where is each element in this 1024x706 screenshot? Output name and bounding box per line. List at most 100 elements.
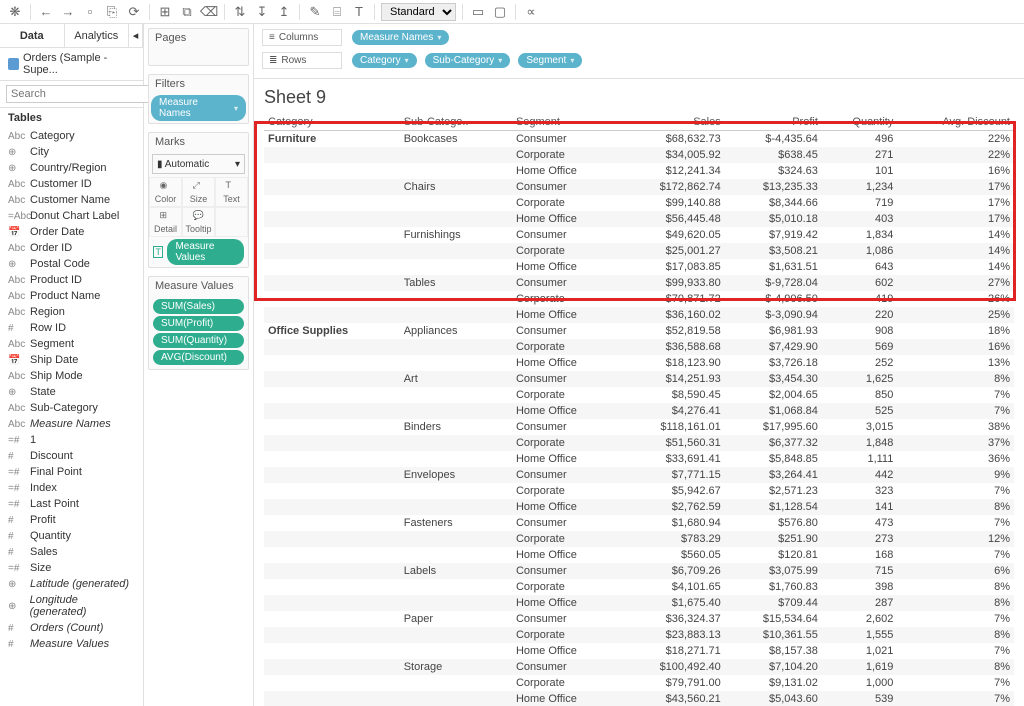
field-item[interactable]: AbcProduct ID: [0, 272, 143, 288]
field-item[interactable]: AbcSub-Category: [0, 400, 143, 416]
filters-card[interactable]: Filters Measure Names ▾: [148, 74, 249, 124]
table-row[interactable]: Home Office$1,675.40$709.442878%: [264, 595, 1014, 611]
table-row[interactable]: Home Office$18,271.71$8,157.381,0217%: [264, 643, 1014, 659]
table-row[interactable]: Home Office$43,560.21$5,043.605397%: [264, 691, 1014, 706]
table-row[interactable]: Home Office$17,083.85$1,631.5164314%: [264, 259, 1014, 275]
rows-shelf[interactable]: Category▾Sub-Category▾Segment▾: [350, 51, 584, 70]
marks-cell-color[interactable]: ◉Color: [149, 177, 182, 207]
field-item[interactable]: ⊕Longitude (generated): [0, 592, 143, 620]
fit-width-icon[interactable]: ▭: [469, 3, 487, 21]
field-item[interactable]: =#Index: [0, 480, 143, 496]
shelf-pill[interactable]: Segment▾: [518, 53, 582, 68]
measure-values-on-text[interactable]: T Measure Values: [149, 237, 248, 267]
sort-desc-icon[interactable]: ↥: [275, 3, 293, 21]
column-header[interactable]: Segment: [512, 114, 618, 131]
field-item[interactable]: #Profit: [0, 512, 143, 528]
mv-pill[interactable]: AVG(Discount): [153, 350, 244, 365]
table-row[interactable]: Home Office$18,123.90$3,726.1825213%: [264, 355, 1014, 371]
table-row[interactable]: Office SuppliesAppliancesConsumer$52,819…: [264, 323, 1014, 339]
field-item[interactable]: AbcProduct Name: [0, 288, 143, 304]
shelf-pill[interactable]: Measure Names▾: [352, 30, 449, 45]
field-item[interactable]: AbcCustomer ID: [0, 176, 143, 192]
field-item[interactable]: AbcOrder ID: [0, 240, 143, 256]
table-row[interactable]: StorageConsumer$100,492.40$7,104.201,619…: [264, 659, 1014, 675]
columns-shelf-label[interactable]: ≡ Columns: [262, 29, 342, 46]
refresh-icon[interactable]: ⟳: [125, 3, 143, 21]
table-row[interactable]: LabelsConsumer$6,709.26$3,075.997156%: [264, 563, 1014, 579]
table-row[interactable]: Home Office$560.05$120.811687%: [264, 547, 1014, 563]
shelf-pill[interactable]: Category▾: [352, 53, 417, 68]
field-item[interactable]: ⊕Country/Region: [0, 160, 143, 176]
field-item[interactable]: AbcCategory: [0, 128, 143, 144]
marks-cell-detail[interactable]: ⊞Detail: [149, 207, 182, 237]
pages-card[interactable]: Pages: [148, 28, 249, 66]
clear-icon[interactable]: ⌫: [200, 3, 218, 21]
field-item[interactable]: #Discount: [0, 448, 143, 464]
table-row[interactable]: FurnitureBookcasesConsumer$68,632.73$-4,…: [264, 131, 1014, 148]
table-row[interactable]: Corporate$23,883.13$10,361.551,5558%: [264, 627, 1014, 643]
tab-collapse-icon[interactable]: ◂: [129, 24, 143, 47]
share-icon[interactable]: ∝: [522, 3, 540, 21]
table-row[interactable]: Home Office$33,691.41$5,848.851,11136%: [264, 451, 1014, 467]
table-row[interactable]: EnvelopesConsumer$7,771.15$3,264.414429%: [264, 467, 1014, 483]
field-item[interactable]: #Orders (Count): [0, 620, 143, 636]
table-row[interactable]: Home Office$12,241.34$324.6310116%: [264, 163, 1014, 179]
tab-analytics[interactable]: Analytics: [65, 24, 130, 47]
mv-pill[interactable]: SUM(Sales): [153, 299, 244, 314]
table-row[interactable]: Home Office$56,445.48$5,010.1840317%: [264, 211, 1014, 227]
field-item[interactable]: =#Last Point: [0, 496, 143, 512]
forward-icon[interactable]: →: [59, 3, 77, 21]
datasource-row[interactable]: Orders (Sample - Supe...: [0, 48, 143, 81]
table-row[interactable]: Home Office$36,160.02$-3,090.9422025%: [264, 307, 1014, 323]
tab-data[interactable]: Data: [0, 24, 65, 47]
field-item[interactable]: AbcShip Mode: [0, 368, 143, 384]
filter-pill-measure-names[interactable]: Measure Names ▾: [151, 95, 246, 121]
mv-pill[interactable]: SUM(Profit): [153, 316, 244, 331]
field-item[interactable]: #Measure Values: [0, 636, 143, 652]
table-row[interactable]: FastenersConsumer$1,680.94$576.804737%: [264, 515, 1014, 531]
field-item[interactable]: ⊕Postal Code: [0, 256, 143, 272]
table-row[interactable]: Corporate$5,942.67$2,571.233237%: [264, 483, 1014, 499]
table-row[interactable]: Corporate$99,140.88$8,344.6671917%: [264, 195, 1014, 211]
field-item[interactable]: ⊕City: [0, 144, 143, 160]
highlight-icon[interactable]: ✎: [306, 3, 324, 21]
table-row[interactable]: Corporate$4,101.65$1,760.833988%: [264, 579, 1014, 595]
sheet-body[interactable]: Sheet 9 CategorySub-Catego..SegmentSales…: [254, 79, 1024, 706]
marks-type-select[interactable]: ▮ Automatic▾: [152, 154, 245, 174]
field-item[interactable]: =#1: [0, 432, 143, 448]
table-row[interactable]: Corporate$34,005.92$638.4527122%: [264, 147, 1014, 163]
column-header[interactable]: Category: [264, 114, 400, 131]
table-row[interactable]: BindersConsumer$118,161.01$17,995.603,01…: [264, 419, 1014, 435]
sheet-title[interactable]: Sheet 9: [264, 87, 1014, 108]
column-header[interactable]: Sales: [618, 114, 725, 131]
table-row[interactable]: Corporate$51,560.31$6,377.321,84837%: [264, 435, 1014, 451]
column-header[interactable]: Quantity: [822, 114, 897, 131]
pill-measure-values[interactable]: Measure Values: [167, 239, 244, 265]
table-row[interactable]: Corporate$783.29$251.9027312%: [264, 531, 1014, 547]
column-header[interactable]: Profit: [725, 114, 822, 131]
marks-cell-text[interactable]: TText: [215, 177, 248, 207]
new-worksheet-icon[interactable]: ⊞: [156, 3, 174, 21]
swap-icon[interactable]: ⇅: [231, 3, 249, 21]
table-row[interactable]: Corporate$36,588.68$7,429.9056916%: [264, 339, 1014, 355]
table-row[interactable]: ChairsConsumer$172,862.74$13,235.331,234…: [264, 179, 1014, 195]
back-icon[interactable]: ←: [37, 3, 55, 21]
table-row[interactable]: ArtConsumer$14,251.93$3,454.301,6258%: [264, 371, 1014, 387]
marks-cell-size[interactable]: ⤢Size: [182, 177, 215, 207]
show-labels-icon[interactable]: T: [350, 3, 368, 21]
field-item[interactable]: 📅Order Date: [0, 224, 143, 240]
table-row[interactable]: PaperConsumer$36,324.37$15,534.642,6027%: [264, 611, 1014, 627]
presentation-icon[interactable]: ▢: [491, 3, 509, 21]
column-header[interactable]: Sub-Catego..: [400, 114, 512, 131]
new-data-icon[interactable]: ⎘: [103, 3, 121, 21]
mv-pill[interactable]: SUM(Quantity): [153, 333, 244, 348]
marks-cell-tooltip[interactable]: 💬Tooltip: [182, 207, 215, 237]
table-row[interactable]: Corporate$25,001.27$3,508.211,08614%: [264, 243, 1014, 259]
field-item[interactable]: ⊕State: [0, 384, 143, 400]
save-icon[interactable]: ▫: [81, 3, 99, 21]
field-item[interactable]: =AbcDonut Chart Label: [0, 208, 143, 224]
columns-shelf[interactable]: Measure Names▾: [350, 28, 451, 47]
table-row[interactable]: FurnishingsConsumer$49,620.05$7,919.421,…: [264, 227, 1014, 243]
field-item[interactable]: #Quantity: [0, 528, 143, 544]
table-row[interactable]: Corporate$70,871.72$-4,906.5041926%: [264, 291, 1014, 307]
